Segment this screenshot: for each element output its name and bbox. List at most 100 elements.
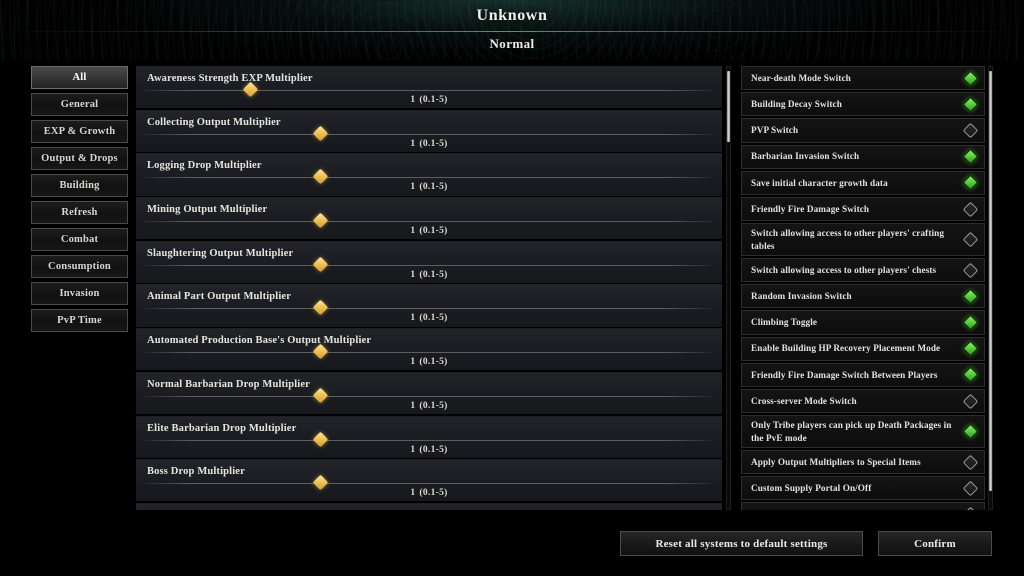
slider-value: 1 xyxy=(410,226,416,237)
slider-track[interactable] xyxy=(144,308,712,310)
toggle-row-near-death-mode-switch[interactable]: Near-death Mode Switch xyxy=(741,66,985,91)
scrollbar-thumb[interactable] xyxy=(727,71,730,143)
slider-readout: 1 (0.1-5) xyxy=(136,95,722,105)
slider-range: (0.1-5) xyxy=(419,444,448,455)
page-title: Unknown xyxy=(476,7,548,24)
slider-label-slaughtering-output-multiplier: Slaughtering Output Multiplier xyxy=(147,247,294,259)
slider-label-mining-output-multiplier: Mining Output Multiplier xyxy=(147,204,268,216)
slider-row: Animal Part Output Multiplier 1 (0.1-5) xyxy=(136,284,722,327)
toggle-row-switch-allowing-access-to-other-players-chests[interactable]: Switch allowing access to other players'… xyxy=(741,257,985,283)
toggle-diamond-on-icon[interactable] xyxy=(962,367,979,383)
toggle-diamond-on-icon[interactable] xyxy=(962,314,979,331)
slider-track[interactable] xyxy=(144,90,712,91)
reset-defaults-button[interactable]: Reset all systems to default settings xyxy=(620,531,863,556)
toggle-row-save-initial-character-growth-data[interactable]: Save initial character growth data xyxy=(741,170,985,195)
toggle-diamond-off-icon[interactable] xyxy=(962,122,979,139)
slider-readout: 1 (0.1-5) xyxy=(136,182,722,192)
toggle-diamond-on-icon[interactable] xyxy=(962,288,979,305)
slider-track[interactable] xyxy=(144,352,712,354)
toggle-row-building-decay-switch[interactable]: Building Decay Switch xyxy=(741,92,985,117)
slider-row: Elite Barbarian Drop Multiplier 1 (0.1-5) xyxy=(136,415,722,458)
toggle-row-random-invasion-switch[interactable]: Random Invasion Switch xyxy=(741,284,985,309)
slider-track[interactable] xyxy=(144,177,712,179)
slider-label-collecting-output-multiplier: Collecting Output Multiplier xyxy=(147,116,281,128)
slider-readout: 1 (0.1-5) xyxy=(136,139,722,149)
toggle-row-friendly-fire-damage-switch[interactable]: Friendly Fire Damage Switch xyxy=(741,196,985,222)
slider-row: Mining Output Multiplier 1 (0.1-5) xyxy=(136,197,722,240)
toggle-diamond-on-icon[interactable] xyxy=(962,70,979,86)
toggle-row-only-tribe-players-can-pick-up-death-packages-in[interactable]: Only Tribe players can pick up Death Pac… xyxy=(741,415,985,449)
toggle-row-apply-output-multipliers-to-special-items[interactable]: Apply Output Multipliers to Special Item… xyxy=(741,450,985,475)
toggle-diamond-off-icon[interactable] xyxy=(962,262,979,278)
slider-track[interactable] xyxy=(144,221,712,223)
sidebar-item-consumption[interactable]: Consumption xyxy=(31,255,128,278)
slider-range: (0.1-5) xyxy=(419,226,448,237)
toggle-label: Friendly Fire Damage Switch Between Play… xyxy=(751,369,938,380)
sidebar-item-combat[interactable]: Combat xyxy=(31,228,128,251)
toggle-panel-scrollbar[interactable] xyxy=(988,66,993,510)
slider-label-normal-barbarian-drop-multiplier: Normal Barbarian Drop Multiplier xyxy=(147,378,310,390)
toggle-label: Building Decay Switch xyxy=(751,99,842,110)
toggle-diamond-off-icon[interactable] xyxy=(962,480,979,497)
slider-value: 1 xyxy=(410,357,416,368)
sidebar-item-pvp-time[interactable]: PvP Time xyxy=(31,309,128,332)
slider-track[interactable] xyxy=(144,483,712,485)
multiplier-settings-panel: Awareness Strength EXP Multiplier 1 (0.1-5… xyxy=(136,66,722,510)
toggle-diamond-on-icon[interactable] xyxy=(962,423,979,440)
sidebar-item-general[interactable]: General xyxy=(31,93,128,116)
slider-row: Plant Crop Yield Multiplier1(0.1-5) xyxy=(136,502,722,510)
toggle-row-barbarian-invasion-switch[interactable]: Barbarian Invasion Switch xyxy=(741,144,985,169)
toggle-row-pvp-switch[interactable]: PVP Switch xyxy=(741,118,985,143)
toggle-label: Custom Supply Portal On/Off xyxy=(751,483,872,494)
toggle-row-custom-supply-portal-on-off[interactable]: Custom Supply Portal On/Off xyxy=(741,476,985,501)
slider-track[interactable] xyxy=(144,264,712,266)
toggle-row-cross-server-mode-switch[interactable]: Cross-server Mode Switch xyxy=(741,388,985,414)
slider-row: Automated Production Base's Output Multi… xyxy=(136,328,722,371)
confirm-button[interactable]: Confirm xyxy=(878,531,992,556)
toggle-label: Barbarian Invasion Switch xyxy=(751,151,860,162)
slider-row: Slaughtering Output Multiplier 1 (0.1-5) xyxy=(136,240,722,283)
toggle-row-enable-building-hp-recovery-placement-mode[interactable]: Enable Building HP Recovery Placement Mo… xyxy=(741,336,985,361)
slider-readout: 1 (0.1-5) xyxy=(136,445,722,455)
slider-value: 1 xyxy=(410,444,416,455)
toggle-diamond-on-icon[interactable] xyxy=(962,175,979,191)
sidebar-item-building[interactable]: Building xyxy=(31,174,128,197)
sidebar-item-refresh[interactable]: Refresh xyxy=(31,201,128,224)
slider-range: (0.1-5) xyxy=(419,269,448,280)
toggle-diamond-off-icon[interactable] xyxy=(962,393,979,409)
slider-readout: 1 (0.1-5) xyxy=(136,313,722,323)
sidebar-item-output-drops[interactable]: Output & Drops xyxy=(31,147,128,170)
slider-label-automated-production-base-s-output-multiplier: Automated Production Base's Output Multi… xyxy=(147,335,372,347)
slider-track[interactable] xyxy=(144,439,712,441)
toggle-diamond-on-icon[interactable] xyxy=(962,340,979,357)
toggle-diamond-off-icon[interactable] xyxy=(962,454,979,470)
sidebar-item-all[interactable]: All xyxy=(31,66,128,89)
sidebar-item-invasion[interactable]: Invasion xyxy=(31,282,128,305)
slider-track[interactable] xyxy=(144,395,712,397)
scrollbar-thumb[interactable] xyxy=(989,71,992,492)
slider-panel-scrollbar[interactable] xyxy=(726,66,731,510)
slider-range: (0.1-5) xyxy=(419,182,448,193)
toggle-diamond-on-icon[interactable] xyxy=(962,96,979,113)
toggle-row-switch-allowing-access-to-other-players-crafting[interactable]: Switch allowing access to other players'… xyxy=(741,223,985,256)
slider-value: 1 xyxy=(410,138,416,149)
toggle-row-climbing-toggle[interactable]: Climbing Toggle xyxy=(741,310,985,335)
toggle-diamond-on-icon[interactable] xyxy=(962,148,979,165)
slider-row: Awareness Strength EXP Multiplier 1 (0.1-5… xyxy=(136,66,722,109)
toggle-label: Post-Respawn Death Pack On/Off xyxy=(751,508,887,510)
toggle-diamond-off-icon[interactable] xyxy=(962,506,979,510)
toggle-label: Random Invasion Switch xyxy=(751,291,852,302)
slider-row: Collecting Output Multiplier 1 (0.1-5) xyxy=(136,109,722,152)
toggle-row-post-respawn-death-pack-on-off[interactable]: Post-Respawn Death Pack On/Off xyxy=(741,502,985,510)
toggle-diamond-off-icon[interactable] xyxy=(962,201,979,217)
toggle-label: Switch allowing access to other players'… xyxy=(751,264,937,275)
slider-range: (0.1-5) xyxy=(419,357,448,368)
toggle-row-friendly-fire-damage-switch-between-players[interactable]: Friendly Fire Damage Switch Between Play… xyxy=(741,362,985,387)
toggle-diamond-off-icon[interactable] xyxy=(962,231,979,248)
slider-readout: 1 (0.1-5) xyxy=(136,488,722,498)
sidebar-item-exp-growth[interactable]: EXP & Growth xyxy=(31,120,128,143)
slider-track[interactable] xyxy=(144,133,712,135)
difficulty-subtitle: Normal xyxy=(489,36,535,51)
slider-row: Logging Drop Multiplier 1 (0.1-5) xyxy=(136,153,722,196)
toggle-label: Apply Output Multipliers to Special Item… xyxy=(751,456,921,467)
